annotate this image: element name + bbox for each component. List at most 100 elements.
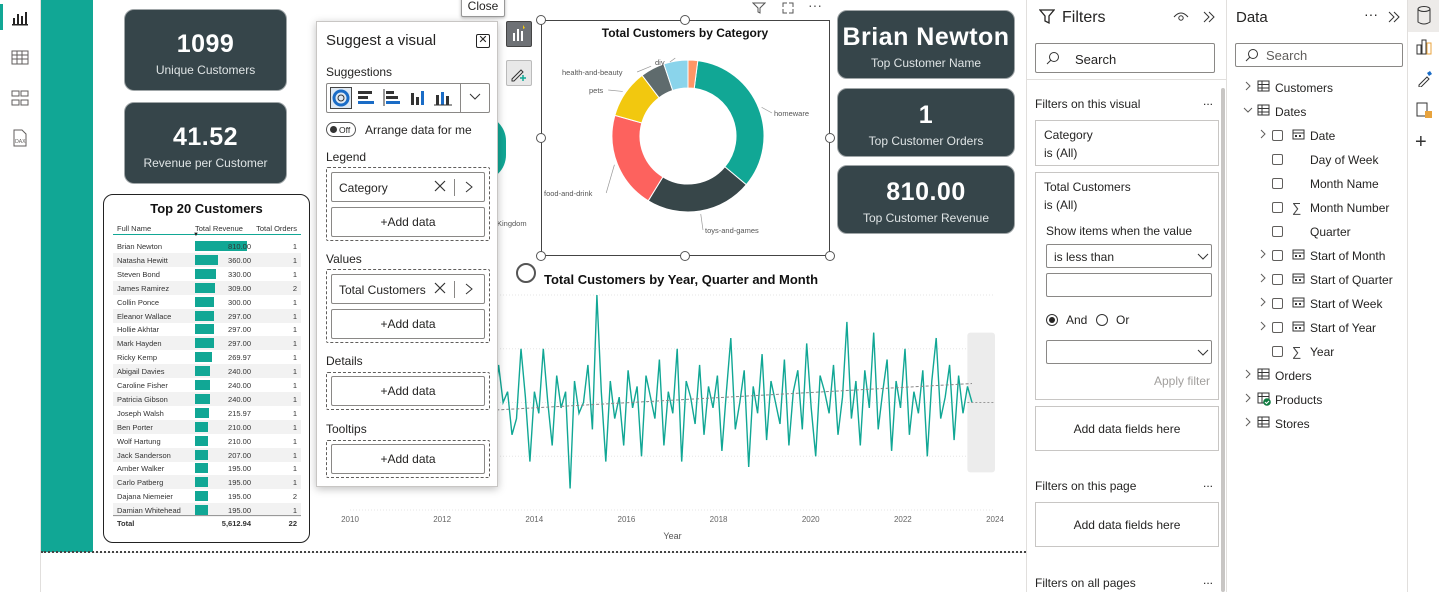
table-row[interactable]: Abigail Davies 240.00 1 bbox=[113, 364, 301, 379]
dax-query-view-icon[interactable]: DAX bbox=[10, 128, 30, 148]
top-customers-table[interactable]: Top 20 Customers Full Name Total Revenue… bbox=[103, 194, 310, 543]
chevron-right-icon[interactable] bbox=[1258, 297, 1268, 310]
tree-item[interactable]: Stores bbox=[1227, 413, 1408, 435]
tree-item[interactable]: Month Name bbox=[1227, 173, 1408, 195]
and-radio[interactable] bbox=[1046, 314, 1058, 326]
header-full-name[interactable]: Full Name bbox=[117, 224, 151, 233]
donut-chart-visual[interactable]: Total Customers by Category homeware toys-… bbox=[541, 20, 830, 256]
chevron-right-icon[interactable] bbox=[1258, 321, 1268, 334]
tree-item[interactable]: Orders bbox=[1227, 365, 1408, 387]
field-checkbox[interactable] bbox=[1272, 130, 1283, 141]
donut-slice-toys-and-games[interactable] bbox=[647, 166, 748, 213]
filters-search-input[interactable]: Search bbox=[1035, 43, 1215, 73]
filters-scrollbar[interactable] bbox=[1221, 88, 1225, 592]
chevron-right-icon[interactable] bbox=[1258, 249, 1268, 262]
resize-handle-r[interactable] bbox=[825, 133, 835, 143]
table-row[interactable]: Mark Hayden 297.00 1 bbox=[113, 336, 301, 351]
tooltips-add-data-button[interactable]: +Add data bbox=[331, 444, 485, 474]
chevron-right-icon[interactable] bbox=[1243, 369, 1253, 382]
field-checkbox[interactable] bbox=[1272, 202, 1283, 213]
second-condition-dropdown[interactable] bbox=[1046, 340, 1212, 364]
field-checkbox[interactable] bbox=[1272, 178, 1283, 189]
field-checkbox[interactable] bbox=[1272, 346, 1283, 357]
values-field-pill[interactable]: Total Customers bbox=[331, 274, 485, 304]
eye-icon[interactable] bbox=[1173, 10, 1189, 29]
tree-item[interactable]: Products bbox=[1227, 389, 1408, 411]
table-row[interactable]: Eleanor Wallace 297.00 1 bbox=[113, 308, 301, 323]
chevron-right-icon[interactable] bbox=[463, 180, 475, 197]
donut-suggestion-icon[interactable] bbox=[330, 87, 352, 109]
kpi-revenue-per-customer[interactable]: 41.52 Revenue per Customer bbox=[124, 102, 287, 184]
details-add-data-button[interactable]: +Add data bbox=[331, 376, 485, 406]
value-input[interactable] bbox=[1046, 273, 1212, 297]
kpi-unique-customers[interactable]: 1099 Unique Customers bbox=[124, 9, 287, 91]
legend-add-data-button[interactable]: +Add data bbox=[331, 207, 485, 237]
more-options-icon[interactable]: ··· bbox=[808, 0, 822, 13]
resize-handle-b[interactable] bbox=[680, 251, 690, 261]
tree-item[interactable]: Start of Week bbox=[1227, 293, 1408, 315]
resize-handle-bl[interactable] bbox=[536, 251, 546, 261]
more-options-icon[interactable]: ... bbox=[1203, 573, 1213, 587]
donut-slice-food-and-drink[interactable] bbox=[611, 114, 664, 202]
tree-item[interactable]: Start of Month bbox=[1227, 245, 1408, 267]
collapse-pane-icon[interactable] bbox=[1202, 10, 1216, 29]
resize-handle-br[interactable] bbox=[825, 251, 835, 261]
filter-icon[interactable] bbox=[751, 1, 767, 18]
header-total-revenue[interactable]: Total Revenue bbox=[195, 224, 243, 233]
kpi-top-customer-name[interactable]: Brian Newton Top Customer Name bbox=[837, 10, 1015, 79]
field-checkbox[interactable] bbox=[1272, 322, 1283, 333]
table-row[interactable]: Hollie Akhtar 297.00 1 bbox=[113, 322, 301, 336]
donut-slice-homeware[interactable] bbox=[693, 60, 765, 186]
data-search-input[interactable]: Search bbox=[1235, 43, 1403, 67]
tree-item[interactable]: ∑ Year bbox=[1227, 341, 1408, 363]
header-total-orders[interactable]: Total Orders bbox=[256, 224, 297, 233]
resize-handle-tl[interactable] bbox=[536, 15, 546, 25]
bar-chart-suggestion-icon[interactable] bbox=[356, 87, 376, 114]
table-view-icon[interactable] bbox=[10, 48, 30, 68]
chevron-right-icon[interactable] bbox=[1243, 417, 1253, 430]
visualizations-icon[interactable] bbox=[1415, 37, 1433, 60]
data-pane-tab[interactable] bbox=[1408, 0, 1439, 32]
tree-item[interactable]: Start of Year bbox=[1227, 317, 1408, 339]
table-row[interactable]: Dajana Niemeier 195.00 2 bbox=[113, 489, 301, 503]
table-row[interactable]: Joseph Walsh 215.97 1 bbox=[113, 406, 301, 420]
suggest-visual-button[interactable] bbox=[506, 21, 532, 47]
field-checkbox[interactable] bbox=[1272, 250, 1283, 261]
table-row[interactable]: Natasha Hewitt 360.00 1 bbox=[113, 252, 301, 267]
chevron-right-icon[interactable] bbox=[1243, 393, 1253, 406]
field-checkbox[interactable] bbox=[1272, 298, 1283, 309]
tree-item[interactable]: ∑ Month Number bbox=[1227, 197, 1408, 219]
legend-field-pill[interactable]: Category bbox=[331, 172, 485, 202]
apply-filter-button[interactable]: Apply filter bbox=[1154, 374, 1210, 388]
chevron-right-icon[interactable] bbox=[1258, 129, 1268, 142]
close-icon[interactable]: ✕ bbox=[476, 34, 490, 48]
table-row[interactable]: Ricky Kemp 269.97 1 bbox=[113, 350, 301, 364]
focus-mode-icon[interactable] bbox=[781, 1, 795, 20]
table-row[interactable]: Carlo Patberg 195.00 1 bbox=[113, 475, 301, 490]
field-checkbox[interactable] bbox=[1272, 154, 1283, 165]
tree-item[interactable]: Dates bbox=[1227, 101, 1408, 123]
remove-field-icon[interactable] bbox=[433, 179, 447, 196]
chevron-right-icon[interactable] bbox=[1258, 273, 1268, 286]
tree-item[interactable]: Quarter bbox=[1227, 221, 1408, 243]
field-checkbox[interactable] bbox=[1272, 274, 1283, 285]
table-row[interactable]: Caroline Fisher 240.00 1 bbox=[113, 378, 301, 392]
page-add-fields-dropzone[interactable]: Add data fields here bbox=[1035, 502, 1219, 547]
remove-field-icon[interactable] bbox=[433, 281, 447, 298]
add-pane-icon[interactable]: + bbox=[1415, 131, 1427, 154]
tree-item[interactable]: Start of Quarter bbox=[1227, 269, 1408, 291]
filter-card-total-customers[interactable]: Total Customers is (All) Show items when… bbox=[1035, 172, 1219, 400]
chevron-down-icon[interactable] bbox=[1243, 105, 1253, 118]
table-row[interactable]: Ben Porter 210.00 1 bbox=[113, 419, 301, 434]
report-view-icon[interactable] bbox=[10, 8, 30, 28]
tree-item[interactable]: Date bbox=[1227, 125, 1408, 147]
table-row[interactable]: Patricia Gibson 240.00 1 bbox=[113, 391, 301, 406]
more-options-icon[interactable]: ... bbox=[1203, 476, 1213, 490]
tree-item[interactable]: Day of Week bbox=[1227, 149, 1408, 171]
resize-handle-t[interactable] bbox=[680, 15, 690, 25]
or-radio[interactable] bbox=[1096, 314, 1108, 326]
table-row[interactable]: Steven Bond 330.00 1 bbox=[113, 267, 301, 281]
values-add-data-button[interactable]: +Add data bbox=[331, 309, 485, 339]
table-row[interactable]: Amber Walker 195.00 1 bbox=[113, 461, 301, 475]
table-row[interactable]: Wolf Hartung 210.00 1 bbox=[113, 434, 301, 448]
